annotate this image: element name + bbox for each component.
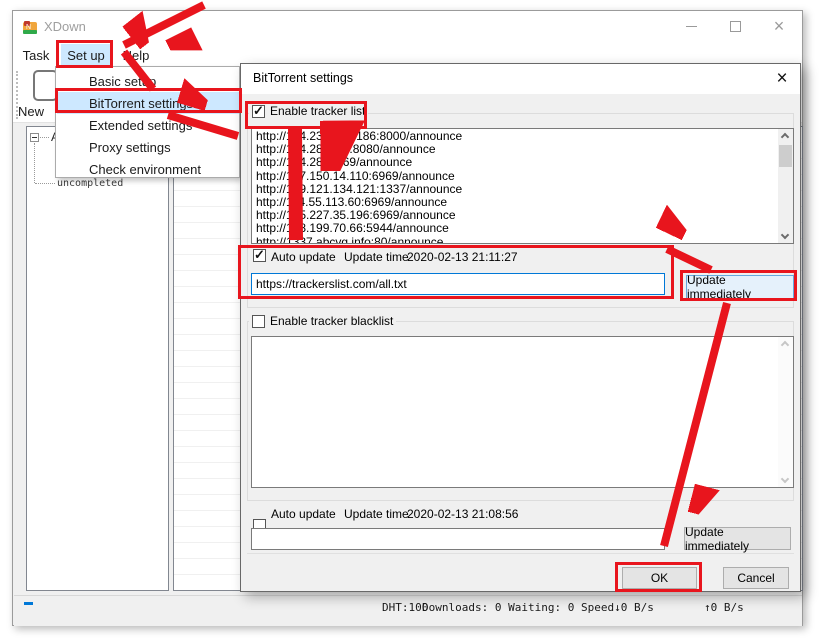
status-downloads: Downloads: 0 Waiting: 0 (422, 601, 574, 614)
blacklist-auto-update-label: Auto update (271, 507, 336, 521)
minimize-icon (686, 26, 697, 27)
menu-item-bittorrent-settings[interactable]: BitTorrent settings (57, 92, 239, 114)
title-bar: N XDown × (13, 11, 802, 43)
cancel-button[interactable]: Cancel (723, 567, 789, 589)
menu-item-basic-setup[interactable]: Basic setup (57, 70, 239, 92)
enable-tracker-blacklist-label: Enable tracker blacklist (270, 314, 393, 328)
tracker-update-time-value: 2020-02-13 21:11:27 (407, 250, 518, 264)
scrollbar[interactable] (778, 337, 793, 487)
tree-collapse-icon[interactable] (30, 133, 39, 142)
tree-connector (35, 183, 55, 184)
status-bar: DHT:100 Downloads: 0 Waiting: 0 Speed↓0 … (14, 595, 802, 626)
menu-item-check-environment[interactable]: Check environment (57, 158, 239, 180)
status-blue-dash (24, 602, 33, 605)
status-speed-down: Speed↓0 B/s (581, 601, 654, 614)
menu-setup[interactable]: Set up (61, 44, 111, 66)
app-icon: N (22, 20, 38, 36)
screenshot-stage: N XDown × Task Set up Help (0, 0, 819, 642)
footer-separator (247, 553, 794, 554)
menu-item-proxy-settings[interactable]: Proxy settings (57, 136, 239, 158)
close-button[interactable]: × (764, 11, 794, 41)
tracker-url: http://128.199.70.66:5944/announce (256, 222, 776, 235)
tracker-url: http://104.28.16.69/announce (256, 156, 776, 169)
tree-connector (40, 137, 49, 138)
scrollbar[interactable] (778, 129, 793, 243)
tracker-url-list[interactable]: http://104.238.198.186:8000/announce htt… (251, 128, 794, 244)
enable-tracker-blacklist-checkbox[interactable] (252, 315, 265, 328)
tracker-update-immediately-button[interactable]: Update immediately (686, 275, 794, 299)
setup-dropdown-menu: Basic setup BitTorrent settings Extended… (55, 66, 240, 178)
new-task-button[interactable]: New (18, 104, 44, 119)
blacklist-update-immediately-button[interactable]: Update immediately (684, 527, 791, 550)
tracker-list-url-input[interactable] (251, 273, 665, 295)
dialog-title-bar: BitTorrent settings × (241, 64, 800, 94)
blacklist-update-time-value: 2020-02-13 21:08:56 (407, 507, 518, 521)
task-tree-panel: A uncompleted (26, 126, 169, 591)
status-speed-up: ↑0 B/s (704, 601, 744, 614)
close-icon: × (774, 16, 785, 37)
scroll-up-icon[interactable] (781, 133, 789, 141)
blacklist-update-time-label: Update time (344, 507, 409, 521)
enable-tracker-list-checkbox[interactable] (252, 105, 265, 118)
close-icon: × (776, 68, 787, 90)
scroll-down-icon[interactable] (781, 475, 789, 483)
minimize-button[interactable] (676, 11, 706, 41)
enable-tracker-list-label: Enable tracker list (270, 104, 365, 118)
tracker-blacklist-textarea[interactable] (251, 336, 794, 488)
maximize-icon (730, 21, 741, 32)
blacklist-url-input[interactable] (251, 528, 665, 550)
ok-button[interactable]: OK (622, 567, 697, 589)
tracker-update-time-label: Update time (344, 250, 409, 264)
scroll-down-icon[interactable] (781, 231, 789, 239)
menu-help[interactable]: Help (117, 44, 155, 66)
maximize-button[interactable] (720, 11, 750, 41)
bittorrent-settings-dialog: BitTorrent settings × Enable tracker lis… (240, 63, 801, 592)
dialog-close-button[interactable]: × (768, 67, 796, 91)
tracker-auto-update-label: Auto update (271, 250, 336, 264)
menu-task[interactable]: Task (17, 44, 55, 66)
tracker-auto-update-checkbox[interactable] (253, 249, 266, 262)
menu-item-extended-settings[interactable]: Extended settings (57, 114, 239, 136)
enable-tracker-blacklist-row: Enable tracker blacklist (249, 312, 396, 330)
tree-connector (34, 143, 35, 183)
enable-tracker-list-row: Enable tracker list (249, 102, 368, 120)
tracker-url: http://1337.abcvg.info:80/announce (256, 236, 776, 244)
scrollbar-thumb[interactable] (779, 145, 792, 167)
svg-text:N: N (26, 24, 31, 31)
dialog-title: BitTorrent settings (253, 71, 353, 85)
tracker-urls: http://104.238.198.186:8000/announce htt… (256, 130, 776, 244)
tracker-url: http://107.150.14.110:6969/announce (256, 170, 776, 183)
scroll-up-icon[interactable] (781, 341, 789, 349)
window-title: XDown (44, 19, 86, 34)
